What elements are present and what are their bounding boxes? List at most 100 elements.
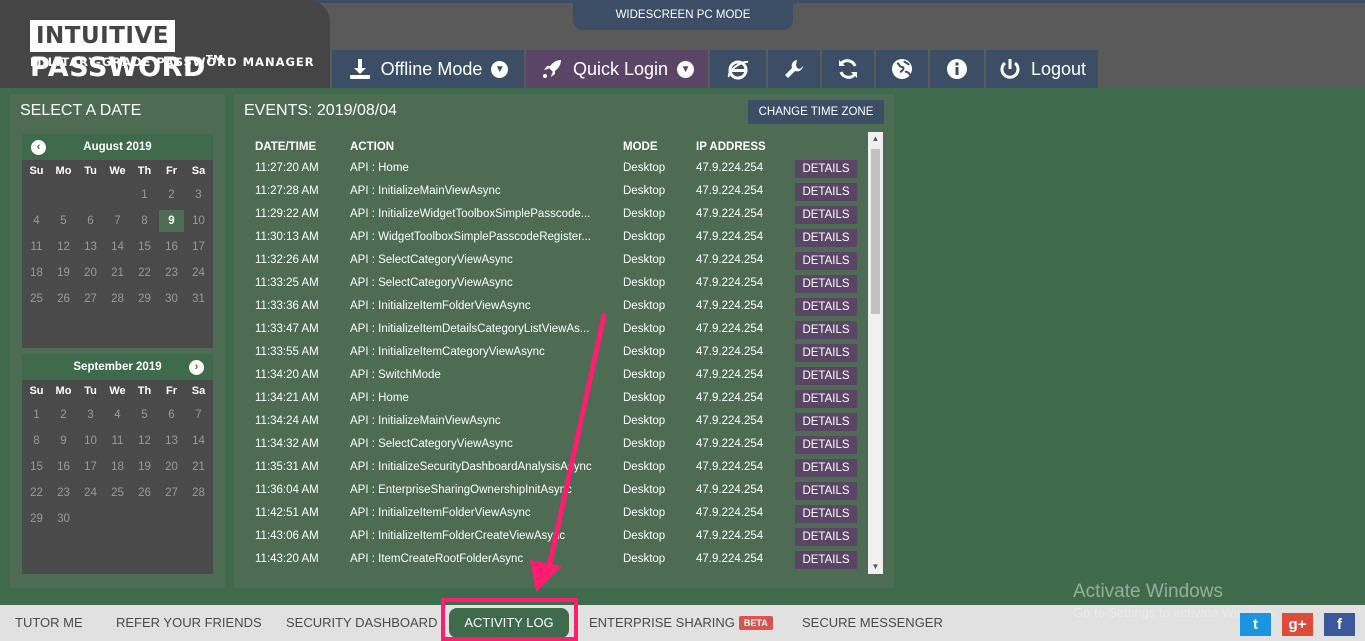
scroll-up-icon[interactable]: ▲ [868, 132, 883, 146]
sync-button[interactable] [822, 50, 876, 88]
change-time-zone-button[interactable]: CHANGE TIME ZONE [748, 100, 884, 124]
quick-login-button[interactable]: Quick Login ▼ [526, 50, 710, 88]
calendar-day[interactable]: 11 [104, 428, 131, 454]
details-button[interactable]: DETAILS [795, 344, 857, 362]
calendar-day[interactable]: 10 [185, 208, 212, 234]
calendar-day[interactable]: 1 [23, 402, 50, 428]
offline-mode-button[interactable]: Offline Mode ▼ [332, 50, 526, 88]
scroll-thumb[interactable] [871, 149, 880, 314]
calendar-day[interactable]: 10 [77, 428, 104, 454]
details-button[interactable]: DETAILS [795, 275, 857, 293]
calendar-day[interactable]: 1 [131, 182, 158, 208]
calendar-day[interactable]: 17 [77, 454, 104, 480]
google-plus-icon[interactable]: g+ [1282, 613, 1313, 636]
calendar-day[interactable]: 29 [23, 506, 50, 532]
calendar-day[interactable]: 14 [104, 234, 131, 260]
calendar-day[interactable]: 23 [50, 480, 77, 506]
footer-refer-friends[interactable]: REFER YOUR FRIENDS [116, 615, 262, 630]
widescreen-mode-tab[interactable]: WIDESCREEN PC MODE [573, 0, 793, 30]
calendar-day[interactable]: 25 [104, 480, 131, 506]
calendar-day[interactable]: 26 [50, 286, 77, 312]
calendar-day[interactable]: 16 [158, 234, 185, 260]
calendar-day[interactable]: 24 [185, 260, 212, 286]
scroll-down-icon[interactable]: ▼ [868, 560, 883, 574]
calendar-day[interactable]: 23 [158, 260, 185, 286]
details-button[interactable]: DETAILS [795, 390, 857, 408]
facebook-icon[interactable]: f [1324, 613, 1355, 636]
calendar-day[interactable]: 18 [104, 454, 131, 480]
settings-button[interactable] [768, 50, 822, 88]
calendar-day[interactable]: 30 [158, 286, 185, 312]
calendar-day[interactable]: 3 [77, 402, 104, 428]
calendar-day[interactable]: 12 [50, 234, 77, 260]
footer-secure-messenger[interactable]: SECURE MESSENGER [802, 615, 943, 630]
app-logo[interactable]: INTUITIVEPASSWORDTM MILITARY-GRADE PASSW… [0, 0, 330, 88]
calendar-day[interactable]: 31 [185, 286, 212, 312]
calendar-day[interactable]: 4 [104, 402, 131, 428]
details-button[interactable]: DETAILS [795, 482, 857, 500]
calendar-day[interactable]: 27 [158, 480, 185, 506]
info-button[interactable] [930, 50, 986, 88]
calendar-day[interactable]: 5 [50, 208, 77, 234]
details-button[interactable]: DETAILS [795, 298, 857, 316]
calendar-day[interactable]: 2 [50, 402, 77, 428]
details-button[interactable]: DETAILS [795, 528, 857, 546]
details-button[interactable]: DETAILS [795, 413, 857, 431]
calendar-day[interactable]: 24 [77, 480, 104, 506]
calendar-day[interactable]: 8 [23, 428, 50, 454]
next-month-icon[interactable]: › [189, 360, 204, 375]
calendar-day[interactable]: 22 [131, 260, 158, 286]
details-button[interactable]: DETAILS [795, 436, 857, 454]
calendar-day[interactable]: 18 [23, 260, 50, 286]
details-button[interactable]: DETAILS [795, 321, 857, 339]
calendar-day[interactable]: 29 [131, 286, 158, 312]
calendar-day[interactable]: 17 [185, 234, 212, 260]
footer-enterprise-sharing[interactable]: ENTERPRISE SHARING BETA [589, 615, 773, 630]
calendar-day[interactable]: 3 [185, 182, 212, 208]
calendar-day[interactable]: 6 [158, 402, 185, 428]
calendar-day[interactable]: 25 [23, 286, 50, 312]
logout-button[interactable]: Logout [986, 50, 1100, 88]
calendar-day[interactable]: 4 [23, 208, 50, 234]
calendar-day[interactable]: 20 [158, 454, 185, 480]
details-button[interactable]: DETAILS [795, 252, 857, 270]
details-button[interactable]: DETAILS [795, 551, 857, 569]
calendar-day[interactable]: 7 [185, 402, 212, 428]
browser-button[interactable] [710, 50, 768, 88]
footer-tutor-me[interactable]: TUTOR ME [15, 615, 83, 630]
details-button[interactable]: DETAILS [795, 229, 857, 247]
details-button[interactable]: DETAILS [795, 367, 857, 385]
calendar-day[interactable]: 21 [185, 454, 212, 480]
calendar-day-selected[interactable]: 9 [159, 210, 184, 232]
twitter-icon[interactable]: t [1240, 613, 1271, 636]
calendar-day[interactable]: 11 [23, 234, 50, 260]
calendar-day[interactable]: 22 [23, 480, 50, 506]
calendar-day[interactable]: 21 [104, 260, 131, 286]
events-scrollbar[interactable]: ▲ ▼ [868, 132, 883, 574]
details-button[interactable]: DETAILS [795, 459, 857, 477]
calendar-day[interactable]: 15 [131, 234, 158, 260]
details-button[interactable]: DETAILS [795, 160, 857, 178]
details-button[interactable]: DETAILS [795, 206, 857, 224]
calendar-day[interactable]: 30 [50, 506, 77, 532]
language-button[interactable] [876, 50, 930, 88]
calendar-day[interactable]: 12 [131, 428, 158, 454]
calendar-day[interactable]: 8 [131, 208, 158, 234]
calendar-day[interactable]: 7 [104, 208, 131, 234]
calendar-day[interactable]: 16 [50, 454, 77, 480]
calendar-day[interactable]: 5 [131, 402, 158, 428]
calendar-day[interactable]: 15 [23, 454, 50, 480]
calendar-day[interactable]: 13 [158, 428, 185, 454]
calendar-day[interactable]: 19 [50, 260, 77, 286]
details-button[interactable]: DETAILS [795, 183, 857, 201]
calendar-day[interactable]: 26 [131, 480, 158, 506]
calendar-day[interactable]: 9 [50, 428, 77, 454]
calendar-day[interactable]: 28 [104, 286, 131, 312]
calendar-day[interactable]: 13 [77, 234, 104, 260]
calendar-day[interactable]: 28 [185, 480, 212, 506]
calendar-day[interactable]: 14 [185, 428, 212, 454]
calendar-day[interactable]: 6 [77, 208, 104, 234]
calendar-day[interactable]: 19 [131, 454, 158, 480]
calendar-day[interactable]: 2 [158, 182, 185, 208]
calendar-day[interactable]: 27 [77, 286, 104, 312]
